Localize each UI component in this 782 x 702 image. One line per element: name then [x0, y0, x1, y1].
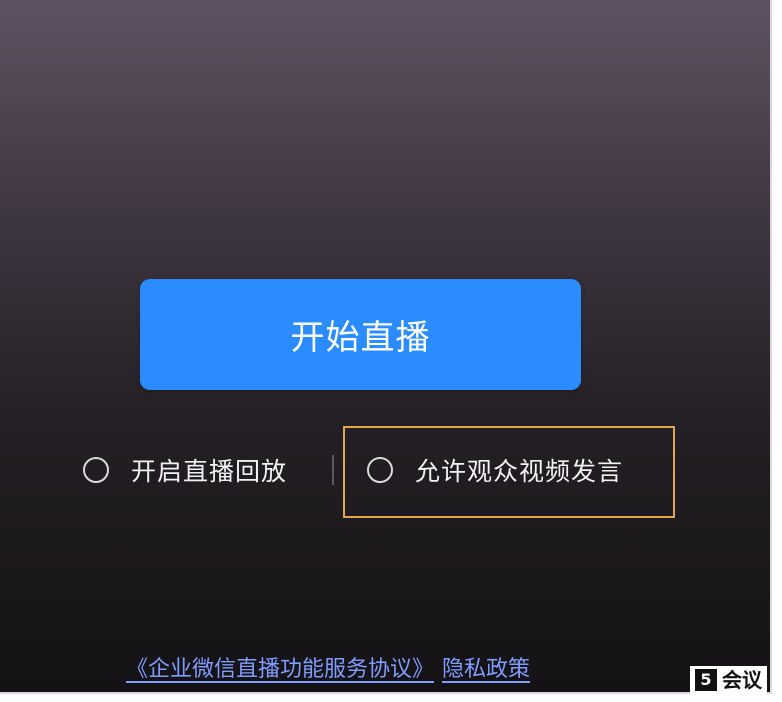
enable-replay-radio[interactable]	[83, 457, 109, 483]
service-agreement-link[interactable]: 《企业微信直播功能服务协议》	[126, 651, 434, 683]
enable-replay-label: 开启直播回放	[131, 457, 288, 486]
start-live-button-label: 开始直播	[290, 318, 431, 358]
privacy-policy-link[interactable]: 隐私政策	[442, 651, 530, 683]
options-divider	[332, 455, 334, 485]
watermark-logo-text: 会议	[722, 668, 762, 692]
start-live-button[interactable]: 开始直播	[140, 279, 581, 390]
watermark-logo-mark: 5	[695, 669, 717, 691]
watermark-logo: 5 会议	[690, 666, 767, 694]
highlight-box	[343, 426, 675, 518]
enable-replay-option[interactable]: 开启直播回放	[83, 452, 287, 488]
live-setup-screen: 开始直播 开启直播回放 允许观众视频发言 《企业微信直播功能服务协议》 隐私政策	[0, 0, 772, 694]
agreement-links: 《企业微信直播功能服务协议》 隐私政策	[126, 651, 530, 683]
